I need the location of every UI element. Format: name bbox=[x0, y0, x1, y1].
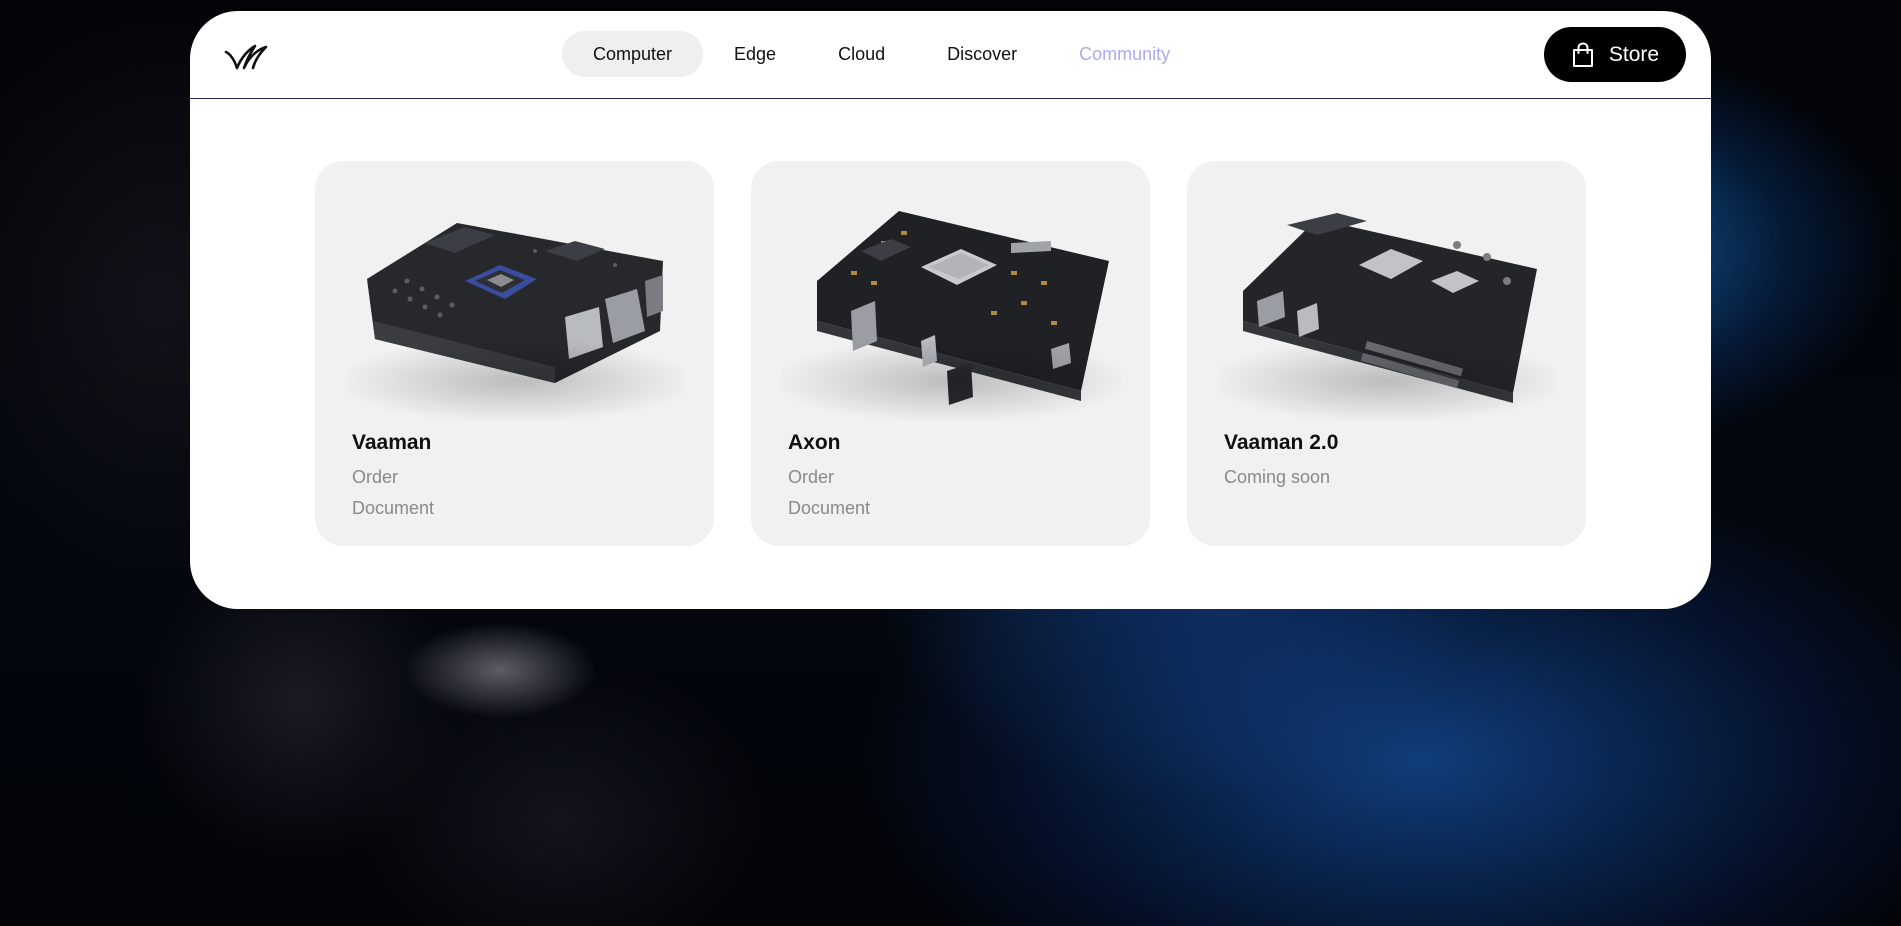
product-title: Axon bbox=[788, 431, 841, 454]
axon-board-image bbox=[751, 161, 1150, 431]
main-nav: Computer Edge Cloud Discover Community bbox=[562, 31, 1201, 77]
shopping-bag-icon bbox=[1572, 41, 1593, 67]
product-cards: Vaaman Order Document Axon Order Documen… bbox=[315, 161, 1586, 546]
nav-cloud[interactable]: Cloud bbox=[807, 31, 916, 77]
order-link[interactable]: Order bbox=[788, 467, 834, 488]
product-title: Vaaman 2.0 bbox=[1224, 431, 1339, 454]
nav-edge[interactable]: Edge bbox=[703, 31, 807, 77]
coming-soon-label: Coming soon bbox=[1224, 467, 1331, 487]
vicharak-logo-icon[interactable] bbox=[224, 43, 268, 71]
mega-menu-panel: Computer Edge Cloud Discover Community S… bbox=[190, 11, 1711, 609]
order-link[interactable]: Order bbox=[352, 467, 398, 488]
document-link[interactable]: Document bbox=[788, 498, 870, 519]
document-link[interactable]: Document bbox=[352, 498, 434, 519]
vaaman-2-board-image bbox=[1187, 161, 1586, 431]
nav-discover[interactable]: Discover bbox=[916, 31, 1048, 77]
store-button[interactable]: Store bbox=[1544, 27, 1686, 82]
product-card-vaaman-2[interactable]: Vaaman 2.0 Coming soon bbox=[1187, 161, 1586, 546]
store-label: Store bbox=[1608, 42, 1660, 66]
top-navbar: Computer Edge Cloud Discover Community S… bbox=[190, 11, 1711, 99]
nav-community[interactable]: Community bbox=[1048, 31, 1201, 77]
product-card-axon[interactable]: Axon Order Document bbox=[751, 161, 1150, 546]
nav-computer[interactable]: Computer bbox=[562, 31, 704, 77]
vaaman-board-image bbox=[315, 161, 714, 431]
product-title: Vaaman bbox=[352, 431, 432, 454]
product-card-vaaman[interactable]: Vaaman Order Document bbox=[315, 161, 714, 546]
